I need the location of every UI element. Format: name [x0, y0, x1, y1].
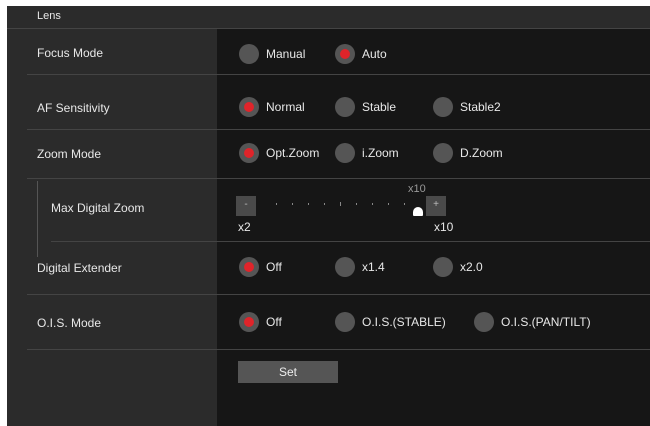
zoom-mode-i-zoom-radio[interactable]: i.Zoom [335, 143, 399, 163]
max-digital-zoom-label: Max Digital Zoom [51, 201, 145, 215]
radio-dot [239, 143, 259, 163]
radio-dot [335, 143, 355, 163]
radio-label: Manual [266, 47, 306, 61]
radio-dot [335, 44, 355, 64]
slider-tick [292, 203, 293, 205]
radio-dot [335, 312, 355, 332]
slider-tick [372, 203, 373, 205]
slider-tick [404, 203, 405, 205]
label-column [7, 29, 217, 426]
radio-label: Auto [362, 47, 387, 61]
radio-dot [239, 44, 259, 64]
slider-tick [356, 203, 357, 205]
radio-label: i.Zoom [362, 146, 399, 160]
slider-tick [340, 202, 341, 206]
radio-label: Stable [362, 100, 397, 114]
ois-mode-off-radio[interactable]: Off [239, 312, 282, 332]
focus-mode-manual-radio[interactable]: Manual [239, 44, 305, 64]
af-sensitivity-label: AF Sensitivity [37, 101, 110, 115]
radio-label: Normal [266, 100, 305, 114]
radio-label: Off [266, 315, 282, 329]
zoom-mode-label: Zoom Mode [37, 147, 102, 161]
radio-dot [239, 97, 259, 117]
radio-dot [433, 257, 453, 277]
slider-tick [388, 203, 389, 205]
radio-label: O.I.S.(STABLE) [362, 315, 446, 329]
zoom-slider-thumb[interactable] [413, 207, 423, 216]
row-separator [27, 129, 650, 130]
row-separator [27, 349, 650, 350]
digital-extender-x2-0-radio[interactable]: x2.0 [433, 257, 483, 277]
radio-dot [474, 312, 494, 332]
ois-mode-pan-tilt-radio[interactable]: O.I.S.(PAN/TILT) [474, 312, 591, 332]
zoom-max-label: x10 [434, 220, 454, 234]
ois-mode-label: O.I.S. Mode [37, 316, 102, 330]
radio-label: x2.0 [460, 260, 483, 274]
zoom-value-label: x10 [408, 183, 426, 195]
zoom-increase-button[interactable]: + [426, 196, 446, 216]
radio-dot [335, 257, 355, 277]
digital-extender-x1-4-radio[interactable]: x1.4 [335, 257, 385, 277]
section-header: Lens [7, 6, 650, 29]
row-separator [27, 294, 650, 295]
radio-dot [239, 312, 259, 332]
zoom-mode-opt-zoom-radio[interactable]: Opt.Zoom [239, 143, 319, 163]
radio-dot [433, 97, 453, 117]
slider-tick [276, 203, 277, 205]
af-sensitivity-stable2-radio[interactable]: Stable2 [433, 97, 501, 117]
zoom-slider-track[interactable] [260, 199, 424, 213]
radio-label: O.I.S.(PAN/TILT) [501, 315, 591, 329]
section-title: Lens [37, 10, 61, 22]
radio-label: D.Zoom [460, 146, 503, 160]
radio-label: Off [266, 260, 282, 274]
sub-setting-indent-line [37, 181, 38, 257]
ois-mode-stable-radio[interactable]: O.I.S.(STABLE) [335, 312, 446, 332]
row-separator [27, 74, 650, 75]
radio-dot [335, 97, 355, 117]
digital-extender-off-radio[interactable]: Off [239, 257, 282, 277]
radio-dot [433, 143, 453, 163]
row-separator [51, 241, 650, 242]
radio-label: x1.4 [362, 260, 385, 274]
radio-label: Opt.Zoom [266, 146, 320, 160]
radio-label: Stable2 [460, 100, 501, 114]
set-button[interactable]: Set [238, 361, 338, 383]
radio-dot [239, 257, 259, 277]
slider-tick [308, 203, 309, 205]
focus-mode-auto-radio[interactable]: Auto [335, 44, 387, 64]
zoom-mode-d-zoom-radio[interactable]: D.Zoom [433, 143, 503, 163]
slider-tick [324, 203, 325, 205]
af-sensitivity-normal-radio[interactable]: Normal [239, 97, 305, 117]
row-separator [27, 178, 650, 179]
zoom-min-label: x2 [238, 220, 251, 234]
af-sensitivity-stable-radio[interactable]: Stable [335, 97, 396, 117]
focus-mode-label: Focus Mode [37, 46, 104, 60]
zoom-decrease-button[interactable]: - [236, 196, 256, 216]
digital-extender-label: Digital Extender [37, 261, 122, 275]
